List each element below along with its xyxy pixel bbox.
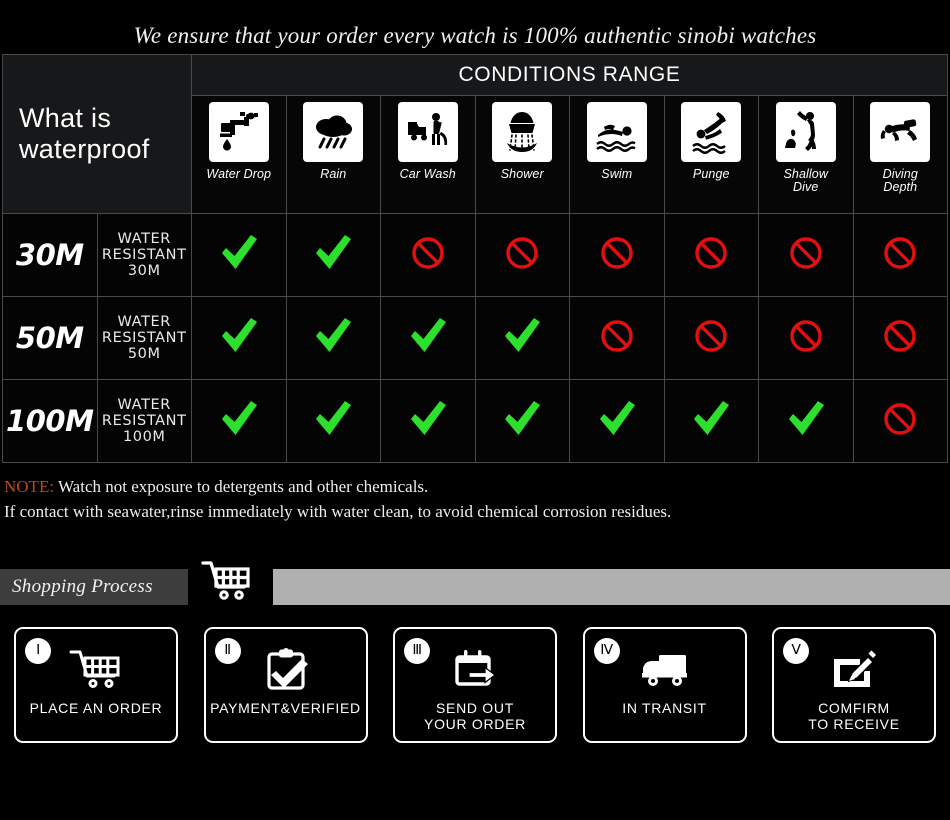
table-header-row: What is waterproof CONDITIONS RANGE (2, 54, 948, 215)
process-step-3[interactable]: Ⅲ SEND OUT YOUR ORDER (393, 626, 557, 743)
step-numeral-badge: Ⅴ (783, 637, 809, 664)
water-resistance-rating: 50M (2, 296, 98, 381)
step-label: COMFIRM TO RECEIVE (808, 699, 900, 733)
prohibited-icon (569, 213, 665, 298)
shallow-dive-icon (775, 102, 836, 163)
prohibited-icon (852, 296, 948, 381)
check-mark-icon (663, 379, 759, 464)
table-row: 50M WATER RESISTANT 50M (2, 296, 948, 381)
check-mark-icon (191, 379, 287, 464)
condition-label: Rain (320, 167, 347, 182)
condition-column-header: Punge (663, 95, 759, 215)
car-wash-icon (397, 102, 458, 163)
waterproof-table: What is waterproof CONDITIONS RANGE Wate… (2, 54, 948, 464)
process-step-4[interactable]: Ⅳ IN TRANSIT (582, 626, 747, 743)
shopping-process-steps: Ⅰ PLACE AN ORDER Ⅱ PAYMENT&VERIFIED Ⅲ SEND… (0, 605, 950, 743)
water-resistance-rating: 100M (2, 379, 98, 464)
condition-column-header: Rain (285, 95, 381, 215)
step-numeral-badge: Ⅰ (25, 637, 51, 664)
check-mark-icon (758, 379, 854, 464)
note-line-2: If contact with seawater,rinse immediate… (4, 501, 672, 521)
check-mark-icon (474, 379, 570, 464)
condition-label: Shallow Dive (783, 167, 828, 195)
condition-label: Swim (601, 167, 633, 182)
check-mark-icon (191, 213, 287, 298)
plunge-dive-icon (681, 102, 742, 163)
step-label: IN TRANSIT (622, 699, 707, 716)
check-mark-icon (285, 379, 381, 464)
condition-label: Car Wash (399, 167, 456, 182)
delivery-truck-icon (639, 647, 691, 693)
shopping-cart-icon (196, 556, 258, 606)
rain-cloud-icon (303, 102, 364, 163)
condition-column-header: Shallow Dive (758, 95, 854, 215)
shopping-process-label-bar: Shopping Process (0, 568, 188, 605)
process-step-2[interactable]: Ⅱ PAYMENT&VERIFIED (203, 626, 368, 743)
check-mark-icon (285, 213, 381, 298)
condition-column-header: Water Drop (191, 95, 287, 215)
clipboard-check-icon (262, 647, 310, 693)
process-step-1[interactable]: Ⅰ PLACE AN ORDER (14, 626, 178, 743)
prohibited-icon (569, 296, 665, 381)
prohibited-icon (758, 213, 854, 298)
table-row: 100M WATER RESISTANT 100M (2, 379, 948, 464)
shopping-cart-icon (69, 647, 123, 693)
page-title: We ensure that your order every watch is… (133, 23, 817, 48)
check-mark-icon (380, 379, 476, 464)
water-resistance-rating: 30M (2, 213, 98, 298)
check-mark-icon (285, 296, 381, 381)
what-is-waterproof-header: What is waterproof (2, 54, 192, 215)
prohibited-icon (663, 296, 759, 381)
prohibited-icon (474, 213, 570, 298)
condition-label: Water Drop (206, 167, 272, 182)
condition-column-header: Car Wash (380, 95, 476, 215)
shopping-process-title: Shopping Process (12, 575, 153, 597)
check-mark-icon (380, 296, 476, 381)
check-mark-icon (569, 379, 665, 464)
condition-column-header: Swim (569, 95, 665, 215)
water-resistance-description: WATER RESISTANT 100M (96, 379, 192, 464)
shopping-process-band: Shopping Process (0, 560, 950, 605)
step-numeral-badge: Ⅱ (214, 637, 241, 664)
condition-column-header: Diving Depth (852, 95, 948, 215)
condition-label: Punge (692, 167, 730, 182)
check-mark-icon (474, 296, 570, 381)
check-mark-icon (191, 296, 287, 381)
note-text-1: Watch not exposure to detergents and oth… (54, 477, 429, 497)
condition-column-header: Shower (474, 95, 570, 215)
box-arrow-out-icon (451, 647, 499, 693)
prohibited-icon (380, 213, 476, 298)
water-resistance-description: WATER RESISTANT 30M (96, 213, 192, 298)
process-step-5[interactable]: Ⅴ COMFIRM TO RECEIVE (772, 626, 936, 743)
water-resistance-description: WATER RESISTANT 50M (96, 296, 192, 381)
condition-label: Shower (500, 167, 544, 182)
step-numeral-badge: Ⅲ (404, 637, 430, 664)
table-row: 30M WATER RESISTANT 30M (2, 213, 948, 298)
step-numeral-badge: Ⅳ (593, 637, 620, 664)
prohibited-icon (852, 213, 948, 298)
prohibited-icon (663, 213, 759, 298)
shower-icon (492, 102, 553, 163)
step-label: PLACE AN ORDER (29, 699, 163, 716)
condition-label: Diving Depth (882, 167, 918, 195)
note-tag: NOTE: (4, 477, 55, 497)
note-block: NOTE: Watch not exposure to detergents a… (0, 463, 950, 524)
note-line-1: NOTE: Watch not exposure to detergents a… (4, 475, 950, 500)
step-label: SEND OUT YOUR ORDER (424, 699, 526, 733)
conditions-range-header: CONDITIONS RANGE (191, 54, 948, 97)
prohibited-icon (758, 296, 854, 381)
sign-receipt-icon (829, 647, 879, 693)
prohibited-icon (852, 379, 948, 464)
swimmer-icon (586, 102, 647, 163)
faucet-icon (208, 102, 269, 163)
scuba-diver-icon (870, 102, 931, 163)
shopping-process-progress-bar (273, 568, 950, 605)
step-label: PAYMENT&VERIFIED (210, 699, 361, 716)
